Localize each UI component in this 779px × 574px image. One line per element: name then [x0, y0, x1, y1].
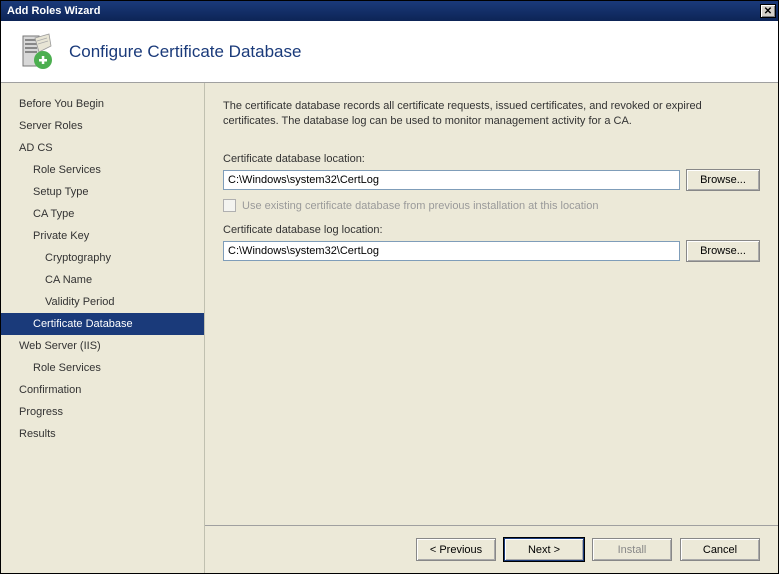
use-existing-checkbox-row: Use existing certificate database from p… — [223, 199, 760, 212]
wizard-header: Configure Certificate Database — [1, 21, 778, 83]
previous-button[interactable]: < Previous — [416, 538, 496, 561]
nav-item[interactable]: Role Services — [1, 159, 204, 181]
next-button[interactable]: Next > — [504, 538, 584, 561]
nav-item[interactable]: AD CS — [1, 137, 204, 159]
nav-item[interactable]: Server Roles — [1, 115, 204, 137]
nav-item[interactable]: Confirmation — [1, 379, 204, 401]
use-existing-checkbox — [223, 199, 236, 212]
nav-item[interactable]: Private Key — [1, 225, 204, 247]
description-text: The certificate database records all cer… — [223, 99, 760, 129]
nav-item[interactable]: Progress — [1, 401, 204, 423]
nav-item[interactable]: Role Services — [1, 357, 204, 379]
nav-item[interactable]: Setup Type — [1, 181, 204, 203]
close-icon: ✕ — [764, 6, 772, 17]
close-button[interactable]: ✕ — [760, 4, 776, 18]
nav-item[interactable]: Validity Period — [1, 291, 204, 313]
nav-item[interactable]: Before You Begin — [1, 93, 204, 115]
browse-db-button[interactable]: Browse... — [686, 169, 760, 191]
page-title: Configure Certificate Database — [69, 42, 301, 62]
nav-item[interactable]: Cryptography — [1, 247, 204, 269]
server-role-icon — [15, 32, 55, 72]
nav-item[interactable]: Web Server (IIS) — [1, 335, 204, 357]
install-button: Install — [592, 538, 672, 561]
db-location-label: Certificate database location: — [223, 153, 760, 165]
wizard-nav-sidebar: Before You BeginServer RolesAD CSRole Se… — [1, 83, 205, 573]
window-title: Add Roles Wizard — [7, 5, 760, 17]
log-location-label: Certificate database log location: — [223, 224, 760, 236]
browse-log-button[interactable]: Browse... — [686, 240, 760, 262]
wizard-content: The certificate database records all cer… — [205, 83, 778, 525]
log-location-input[interactable] — [223, 241, 680, 261]
nav-item[interactable]: CA Type — [1, 203, 204, 225]
use-existing-checkbox-label: Use existing certificate database from p… — [242, 200, 598, 212]
cancel-button[interactable]: Cancel — [680, 538, 760, 561]
nav-item[interactable]: Certificate Database — [1, 313, 204, 335]
titlebar: Add Roles Wizard ✕ — [1, 1, 778, 21]
nav-item[interactable]: CA Name — [1, 269, 204, 291]
nav-item[interactable]: Results — [1, 423, 204, 445]
db-location-input[interactable] — [223, 170, 680, 190]
wizard-footer: < Previous Next > Install Cancel — [205, 525, 778, 573]
